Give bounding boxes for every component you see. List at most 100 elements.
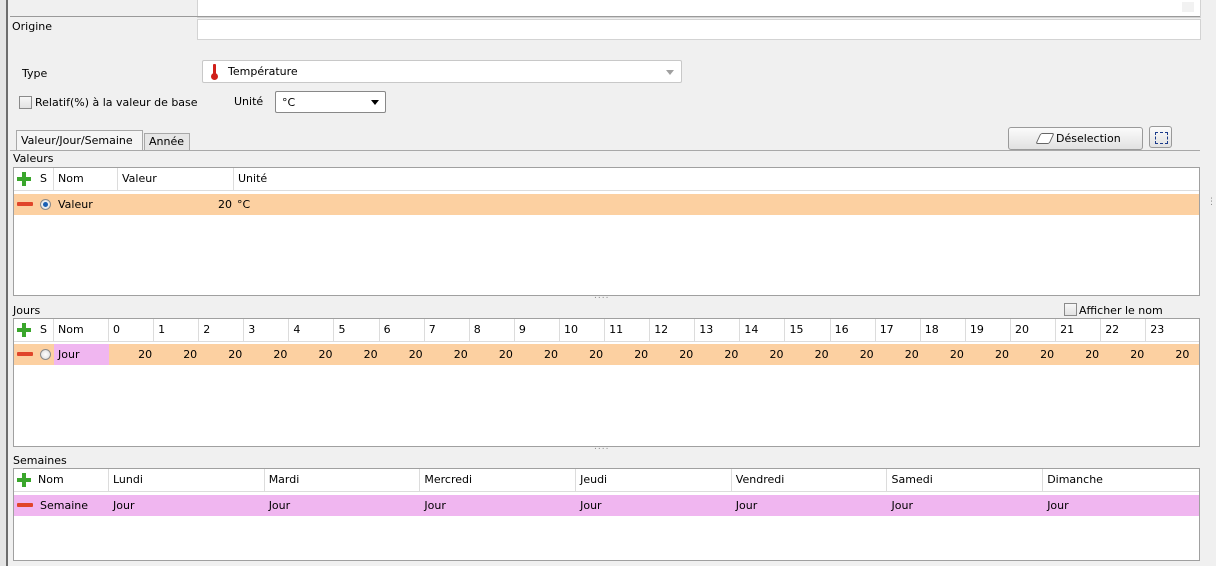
col-header-hour: 17 bbox=[876, 319, 921, 341]
remove-icon[interactable] bbox=[17, 503, 33, 507]
value-amount[interactable]: 20 bbox=[118, 194, 234, 215]
right-splitter-handle[interactable]: ⋮ bbox=[1207, 198, 1216, 207]
col-header-s: S bbox=[36, 319, 54, 341]
table-row[interactable]: Valeur 20 °C bbox=[14, 194, 1199, 215]
col-header-hour: 22 bbox=[1101, 319, 1147, 341]
weekday-value[interactable]: Jour bbox=[732, 495, 888, 516]
hour-value[interactable]: 20 bbox=[470, 344, 515, 365]
tab-label: Année bbox=[149, 135, 185, 148]
hour-value[interactable]: 20 bbox=[605, 344, 650, 365]
chevron-down-icon bbox=[666, 70, 674, 75]
window-left-border bbox=[6, 0, 8, 566]
values-section-title: Valeurs bbox=[13, 152, 54, 165]
select-radio[interactable] bbox=[40, 199, 51, 210]
day-name[interactable]: Jour bbox=[54, 344, 109, 365]
col-header-valeur: Valeur bbox=[118, 168, 234, 190]
values-table: S Nom Valeur Unité Valeur 20 °C bbox=[13, 167, 1200, 296]
table-row[interactable]: Semaine Jour Jour Jour Jour Jour Jour Jour bbox=[14, 495, 1199, 516]
splitter-handle[interactable]: .... bbox=[594, 291, 609, 301]
hour-value[interactable]: 20 bbox=[515, 344, 560, 365]
add-week-cell bbox=[14, 469, 36, 491]
week-name[interactable]: Semaine bbox=[40, 495, 110, 516]
unit-label: Unité bbox=[234, 95, 264, 108]
hour-value[interactable]: 20 bbox=[1101, 344, 1146, 365]
col-header-hour: 1 bbox=[154, 319, 200, 341]
col-header-hour: 23 bbox=[1150, 323, 1165, 336]
weeks-table: Nom Lundi Mardi Mercredi Jeudi Vendredi Samed… bbox=[13, 468, 1200, 561]
col-header-weekday: Dimanche bbox=[1047, 473, 1103, 486]
values-header-row: S Nom Valeur Unité bbox=[14, 168, 1199, 191]
value-name[interactable]: Valeur bbox=[58, 194, 118, 215]
type-select[interactable]: Température bbox=[202, 60, 682, 83]
tab-annee[interactable]: Année bbox=[144, 133, 190, 150]
remove-icon[interactable] bbox=[17, 202, 33, 206]
hour-value[interactable]: 20 bbox=[966, 344, 1011, 365]
deselect-label: Déselection bbox=[1056, 132, 1121, 145]
chevron-down-icon bbox=[371, 100, 379, 105]
hour-value[interactable]: 20 bbox=[1011, 344, 1056, 365]
table-row[interactable]: Jour 20 20 20 20 20 20 20 20 20 20 20 20 20 20 20 20 20 2… bbox=[14, 344, 1199, 365]
origin-field[interactable] bbox=[197, 19, 1201, 40]
hour-value[interactable]: 20 bbox=[289, 344, 334, 365]
col-header-hour: 16 bbox=[831, 319, 876, 341]
col-header-hour: 10 bbox=[560, 319, 606, 341]
col-header-hour: 12 bbox=[650, 319, 696, 341]
hour-value[interactable]: 20 bbox=[786, 344, 831, 365]
weekday-value[interactable]: Jour bbox=[888, 495, 1044, 516]
hour-value[interactable]: 20 bbox=[154, 344, 199, 365]
hour-value[interactable]: 20 bbox=[695, 344, 740, 365]
hour-value[interactable]: 20 bbox=[109, 344, 154, 365]
fit-view-icon bbox=[1155, 132, 1168, 144]
col-header-hour: 0 bbox=[109, 319, 155, 341]
select-radio[interactable] bbox=[40, 349, 51, 360]
hour-value[interactable]: 20 bbox=[1146, 344, 1191, 365]
tab-underline bbox=[10, 150, 1200, 151]
top-field-scroll[interactable] bbox=[1182, 2, 1194, 12]
hour-value[interactable]: 20 bbox=[831, 344, 876, 365]
hour-value[interactable]: 20 bbox=[740, 344, 785, 365]
hour-value[interactable]: 20 bbox=[244, 344, 289, 365]
fit-view-button[interactable] bbox=[1149, 126, 1172, 148]
col-header-weekday: Jeudi bbox=[576, 469, 732, 491]
relative-checkbox[interactable] bbox=[19, 96, 32, 109]
weekday-value[interactable]: Jour bbox=[576, 495, 732, 516]
col-header-hour: 11 bbox=[605, 319, 651, 341]
col-header-hour: 21 bbox=[1056, 319, 1102, 341]
unit-select-value: °C bbox=[282, 96, 296, 109]
add-icon[interactable] bbox=[17, 323, 31, 337]
days-table: S Nom 0 1 2 3 4 5 6 7 8 9 10 11 12 13 14 15 16 17 18 19 20 21… bbox=[13, 318, 1200, 447]
splitter-handle[interactable]: .... bbox=[594, 442, 609, 452]
weekday-value[interactable]: Jour bbox=[109, 495, 265, 516]
col-header-weekday: Lundi bbox=[109, 469, 265, 491]
add-icon[interactable] bbox=[17, 473, 31, 487]
weekday-value[interactable]: Jour bbox=[265, 495, 421, 516]
col-header-hour: 14 bbox=[740, 319, 786, 341]
hour-value[interactable]: 20 bbox=[650, 344, 695, 365]
add-icon[interactable] bbox=[17, 172, 31, 186]
hour-value[interactable]: 20 bbox=[199, 344, 244, 365]
thermometer-bulb-icon bbox=[211, 73, 218, 80]
col-header-nom: Nom bbox=[36, 469, 109, 491]
col-header-s: S bbox=[36, 168, 54, 190]
unit-select[interactable]: °C bbox=[275, 91, 386, 113]
hour-value[interactable]: 20 bbox=[335, 344, 380, 365]
eraser-icon bbox=[1035, 133, 1055, 144]
hour-value[interactable]: 20 bbox=[560, 344, 605, 365]
hour-value[interactable]: 20 bbox=[425, 344, 470, 365]
col-header-hour: 18 bbox=[921, 319, 966, 341]
hour-value[interactable]: 20 bbox=[1056, 344, 1101, 365]
col-header-hour: 20 bbox=[1011, 319, 1057, 341]
weekday-value[interactable]: Jour bbox=[420, 495, 576, 516]
show-name-checkbox[interactable] bbox=[1064, 303, 1077, 316]
col-header-hour: 8 bbox=[470, 319, 515, 341]
hour-value[interactable]: 20 bbox=[921, 344, 966, 365]
tab-valeur-jour-semaine[interactable]: Valeur/Jour/Semaine bbox=[16, 130, 143, 150]
hour-value[interactable]: 20 bbox=[876, 344, 921, 365]
col-header-hour: 7 bbox=[425, 319, 470, 341]
weekday-value[interactable]: Jour bbox=[1043, 495, 1199, 516]
hour-value[interactable]: 20 bbox=[380, 344, 425, 365]
weeks-header-row: Nom Lundi Mardi Mercredi Jeudi Vendredi Samed… bbox=[14, 469, 1199, 492]
value-unit: °C bbox=[237, 198, 251, 211]
deselect-button[interactable]: Déselection bbox=[1008, 127, 1143, 150]
remove-icon[interactable] bbox=[17, 352, 33, 356]
